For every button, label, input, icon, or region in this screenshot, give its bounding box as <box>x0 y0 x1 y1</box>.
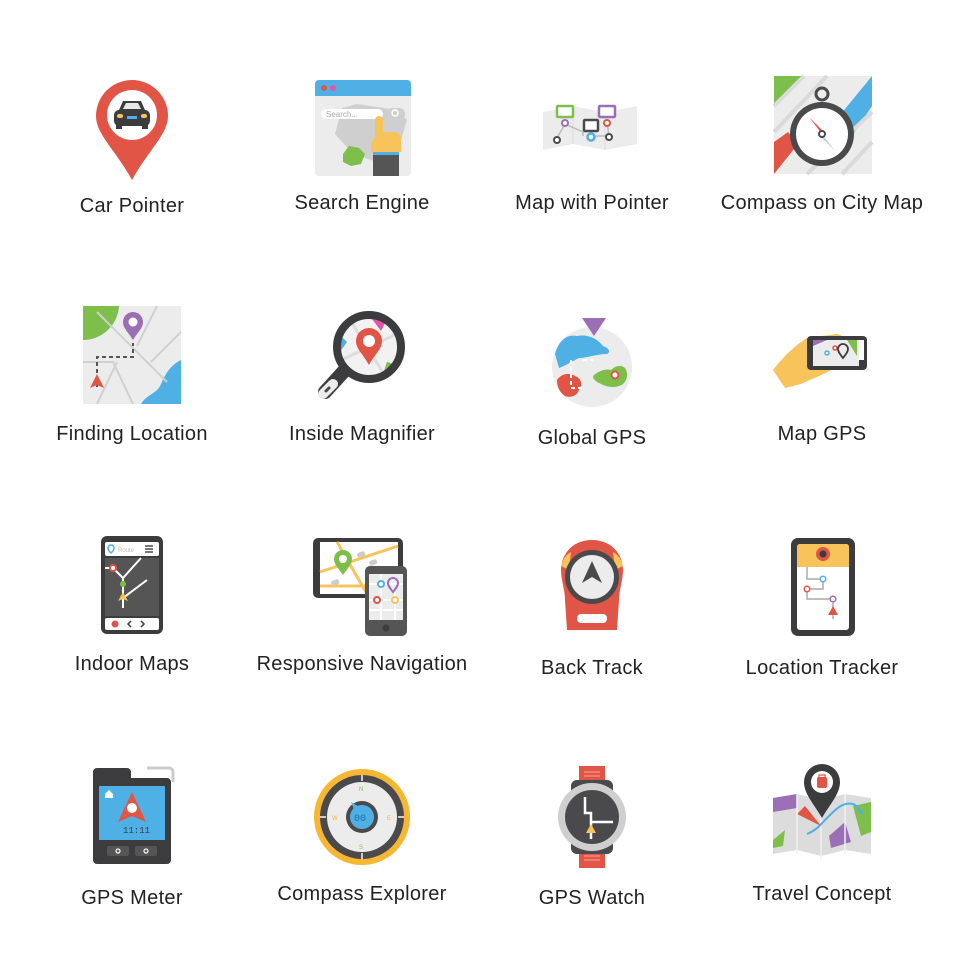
svg-text:00: 00 <box>354 814 366 825</box>
icon-label: Back Track <box>541 657 643 679</box>
icon-tile-global-gps[interactable]: Global GPS <box>477 280 707 510</box>
car-pointer-icon <box>77 72 187 182</box>
icon-tile-inside-magnifier[interactable]: Inside Magnifier <box>247 280 477 510</box>
icon-tile-map-with-pointer[interactable]: Map with Pointer <box>477 50 707 280</box>
icon-tile-car-pointer[interactable]: Car Pointer <box>17 50 247 280</box>
icon-label: Responsive Navigation <box>256 653 468 675</box>
svg-text:S: S <box>359 845 363 851</box>
svg-text:N: N <box>359 787 363 793</box>
icon-tile-compass-explorer[interactable]: N E S W 00 Compass Explorer <box>247 740 477 970</box>
icon-label: Car Pointer <box>79 195 185 217</box>
location-tracker-icon <box>767 532 877 642</box>
icon-label: Compass Explorer <box>277 883 447 905</box>
map-with-pointer-icon <box>537 72 647 182</box>
svg-text:W: W <box>332 816 338 822</box>
icon-label: Map with Pointer <box>515 192 669 214</box>
global-gps-icon <box>537 302 647 412</box>
gps-watch-icon <box>537 762 647 872</box>
icon-tile-travel-concept[interactable]: Travel Concept <box>707 740 937 970</box>
back-track-icon <box>537 532 647 642</box>
icon-tile-gps-watch[interactable]: GPS Watch <box>477 740 707 970</box>
gps-meter-icon: 11:11 <box>77 762 187 872</box>
svg-text:11:11: 11:11 <box>123 826 150 836</box>
icon-label: Global GPS <box>537 427 647 449</box>
icon-label: Indoor Maps <box>74 653 190 675</box>
icon-grid: Car Pointer Search... Search Engine Map … <box>17 50 937 970</box>
finding-location-icon <box>77 302 187 412</box>
icon-label: GPS Watch <box>538 887 646 909</box>
icon-tile-location-tracker[interactable]: Location Tracker <box>707 510 937 740</box>
icon-label: Compass on City Map <box>720 192 924 214</box>
svg-text:Search...: Search... <box>326 110 358 119</box>
inside-magnifier-icon <box>307 302 417 412</box>
icon-tile-responsive-navigation[interactable]: Responsive Navigation <box>247 510 477 740</box>
icon-tile-compass-city-map[interactable]: Compass on City Map <box>707 50 937 280</box>
icon-label: Search Engine <box>294 192 430 214</box>
icon-label: Location Tracker <box>745 657 899 679</box>
icon-tile-gps-meter[interactable]: 11:11 GPS Meter <box>17 740 247 970</box>
icon-label: Inside Magnifier <box>289 423 435 445</box>
icon-tile-search-engine[interactable]: Search... Search Engine <box>247 50 477 280</box>
map-gps-icon <box>767 302 877 412</box>
icon-tile-indoor-maps[interactable]: Route Indoor Maps <box>17 510 247 740</box>
travel-concept-icon <box>767 762 877 872</box>
icon-tile-map-gps[interactable]: Map GPS <box>707 280 937 510</box>
icon-label: GPS Meter <box>81 887 183 909</box>
svg-text:E: E <box>387 816 391 822</box>
indoor-maps-icon: Route <box>77 532 187 642</box>
responsive-navigation-icon <box>307 532 417 642</box>
search-engine-icon: Search... <box>307 72 417 182</box>
icon-label: Map GPS <box>777 423 867 445</box>
icon-tile-back-track[interactable]: Back Track <box>477 510 707 740</box>
compass-city-map-icon <box>767 72 877 182</box>
icon-tile-finding-location[interactable]: Finding Location <box>17 280 247 510</box>
icon-label: Finding Location <box>56 423 208 445</box>
icon-label: Travel Concept <box>752 883 892 905</box>
compass-explorer-icon: N E S W 00 <box>307 762 417 872</box>
svg-text:Route: Route <box>118 548 135 554</box>
